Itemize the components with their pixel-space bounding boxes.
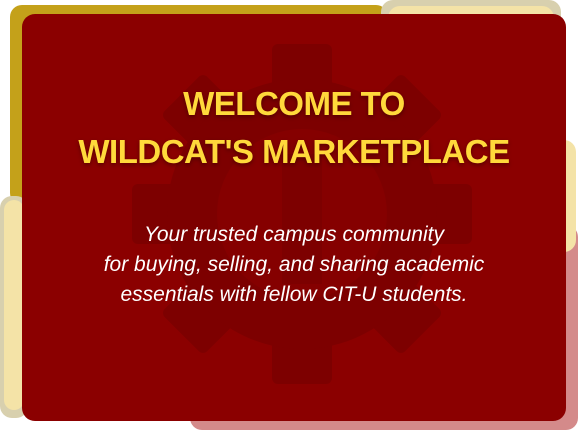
subtitle-line-2: for buying, selling, and sharing academi…	[103, 253, 485, 276]
page-title: WELCOME TO WILDCAT'S MARKETPLACE	[22, 80, 566, 176]
subtitle-line-3: essentials with fellow CIT-U students.	[120, 283, 468, 306]
title-line-1: WELCOME TO	[183, 85, 405, 122]
welcome-card: WELCOME TO WILDCAT'S MARKETPLACE Your tr…	[22, 14, 566, 421]
subtitle-line-1: Your trusted campus community	[144, 223, 444, 246]
decor-cream-panel-left-inner	[4, 200, 24, 410]
subtitle: Your trusted campus community for buying…	[22, 220, 566, 310]
title-line-2: WILDCAT'S MARKETPLACE	[78, 133, 510, 170]
